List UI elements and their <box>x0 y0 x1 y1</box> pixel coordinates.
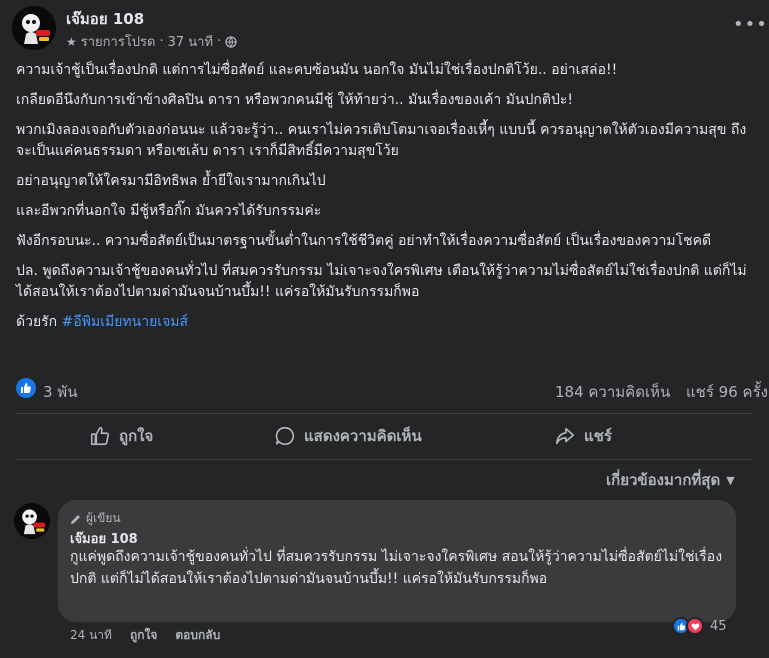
meta-separator: · <box>217 34 222 49</box>
favorites-label: รายการโปรด <box>80 35 156 50</box>
pencil-icon <box>71 514 80 524</box>
share-icon <box>555 427 575 445</box>
commenter-avatar[interactable] <box>14 503 50 539</box>
post-paragraph: พวกเมิงลองเจอกับตัวเองก่อนนะ แล้วจะรู้ว่… <box>16 122 747 159</box>
post-paragraph: อย่าอนุญาตให้ใครมามีอิทธิพล ย้ำยีใจเรามา… <box>16 173 326 189</box>
comment-reply-button[interactable]: ตอบกลับ <box>175 626 220 645</box>
comment-count[interactable]: 184 ความคิดเห็น <box>555 380 670 404</box>
love-icon <box>686 617 704 635</box>
comment-sort-dropdown[interactable]: เกี่ยวข้องมากที่สุด ▼ <box>606 468 735 492</box>
signoff-text: ด้วยรัก <box>16 314 58 330</box>
author-badge: ผู้เขียน <box>70 509 121 528</box>
comment-time[interactable]: 24 นาที <box>70 626 112 645</box>
comment-icon <box>275 426 295 446</box>
post-body: ความเจ้าชู้เป็นเรื่องปกติ แต่การไม่ซื่อส… <box>16 60 756 342</box>
comment-reaction-count: 45 <box>710 618 727 634</box>
more-icon[interactable]: ••• <box>733 16 767 40</box>
comment-button[interactable]: แสดงความคิดเห็น <box>274 420 422 452</box>
author-badge-label: ผู้เขียน <box>86 511 121 525</box>
like-icon <box>90 426 109 446</box>
author-avatar[interactable] <box>12 6 56 50</box>
comment-bubble: ผู้เขียน เจ๊มอย 108 กูแค่พูดถึงความเจ้าช… <box>58 500 736 622</box>
reaction-count[interactable]: 3 พัน <box>43 380 77 404</box>
post-meta: ★ รายการโปรด · 37 นาที · <box>66 31 237 52</box>
post-time[interactable]: 37 นาที <box>168 31 213 52</box>
comment-like-button[interactable]: ถูกใจ <box>130 626 157 645</box>
chevron-down-icon: ▼ <box>726 473 735 487</box>
post-actions: ถูกใจ แสดงความคิดเห็น แชร์ <box>16 416 753 456</box>
share-count[interactable]: แชร์ 96 ครั้ง <box>686 380 768 404</box>
sort-label: เกี่ยวข้องมากที่สุด <box>606 471 721 489</box>
like-label: ถูกใจ <box>119 427 154 445</box>
divider <box>16 459 753 460</box>
comment-text: กูแค่พูดถึงความเจ้าชู้ของคนทั่วไป ที่สมค… <box>70 549 723 587</box>
post-signoff: ด้วยรัก #อีพิมเมียทนายเจมส์ <box>16 312 756 333</box>
hashtag-link[interactable]: #อีพิมเมียทนายเจมส์ <box>62 314 188 330</box>
post-stats: 3 พัน 184 ความคิดเห็น แชร์ 96 ครั้ง <box>0 374 769 404</box>
meta-separator: · <box>159 34 164 49</box>
post-paragraph: และอีพวกที่นอกใจ มีชู้หรือกิ๊ก มันควรได้… <box>16 203 322 219</box>
divider <box>16 413 753 414</box>
like-icon <box>16 378 36 398</box>
share-button[interactable]: แชร์ <box>554 420 612 452</box>
post-paragraph: ปล. พูดถึงความเจ้าชู้ของคนทั่วไป ที่สมคว… <box>16 263 747 300</box>
post-paragraph: เกลียดอีนึงกับการเข้าข้างศิลปิน ดารา หรื… <box>16 92 573 108</box>
post-paragraph: ความเจ้าชู้เป็นเรื่องปกติ แต่การไม่ซื่อส… <box>16 62 618 78</box>
post-header: เจ๊มอย 108 ★ รายการโปรด · 37 นาที · ••• <box>0 0 769 56</box>
star-icon: ★ <box>66 34 77 49</box>
share-label: แชร์ <box>584 427 612 445</box>
comment-label: แสดงความคิดเห็น <box>304 427 422 445</box>
post-paragraph: ฟังอีกรอบนะ.. ความซื่อสัตย์เป็นมาตรฐานขั… <box>16 233 712 249</box>
like-button[interactable]: ถูกใจ <box>89 420 153 452</box>
globe-icon <box>225 35 237 48</box>
author-name[interactable]: เจ๊มอย 108 <box>66 7 144 31</box>
comment-footer: 24 นาที ถูกใจ ตอบกลับ <box>70 626 220 645</box>
comment-reactions[interactable]: 45 <box>672 615 727 637</box>
